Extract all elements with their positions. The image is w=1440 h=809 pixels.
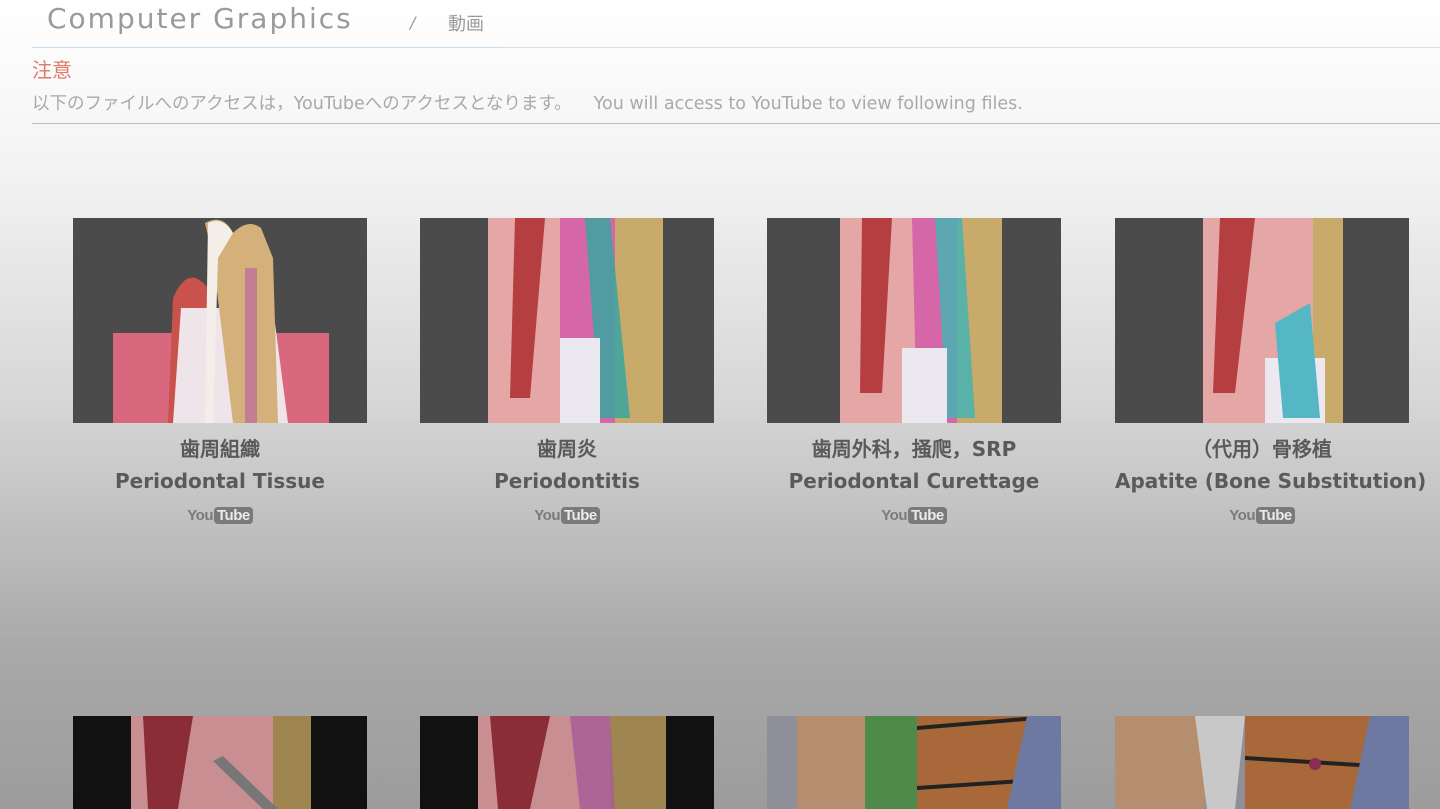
youtube-logo-icon[interactable]: You Tube [187, 507, 253, 524]
notice-text-ja: 以下のファイルへのアクセスは，YouTubeへのアクセスとなります。 [32, 94, 572, 114]
notice-title: 注意 [32, 58, 72, 82]
video-title-en[interactable]: Periodontitis [420, 465, 714, 497]
video-title-ja[interactable]: 歯周組織 [73, 433, 367, 465]
notice-text-en: You will access to YouTube to view follo… [593, 94, 1023, 114]
youtube-logo-icon[interactable]: You Tube [1229, 507, 1295, 524]
youtube-logo-icon[interactable]: You Tube [881, 507, 947, 524]
video-thumbnail[interactable] [1115, 218, 1409, 423]
video-title-ja[interactable]: （代用）骨移植 [1115, 433, 1409, 465]
video-card[interactable] [73, 716, 367, 809]
periodontitis-thumbnail [420, 218, 714, 423]
video-card[interactable] [420, 716, 714, 809]
header-divider [500, 47, 1440, 48]
video-thumbnail[interactable] [767, 716, 1061, 809]
notice-text: 以下のファイルへのアクセスは，YouTubeへのアクセスとなります。 You wi… [32, 90, 1440, 124]
periodontal-curettage-thumbnail [767, 218, 1061, 423]
site-title[interactable]: Computer Graphics [47, 2, 353, 35]
video-card[interactable]: 歯周炎 Periodontitis You Tube [420, 218, 714, 524]
video-title-en[interactable]: Periodontal Tissue [73, 465, 367, 497]
video-thumbnail[interactable] [767, 218, 1061, 423]
video-title-en[interactable]: Periodontal Curettage [767, 465, 1061, 497]
video-title-ja[interactable]: 歯周外科，掻爬，SRP [767, 433, 1061, 465]
video-thumbnail[interactable] [1115, 716, 1409, 809]
video-thumbnail-image [73, 716, 367, 809]
video-thumbnail[interactable] [73, 218, 367, 423]
video-title-ja[interactable]: 歯周炎 [420, 433, 714, 465]
video-card[interactable] [767, 716, 1061, 809]
breadcrumb-current: 動画 [448, 14, 484, 35]
page-header: Computer Graphics / 動画 [32, 0, 500, 48]
periodontal-tissue-thumbnail [73, 218, 367, 423]
video-thumbnail[interactable] [73, 716, 367, 809]
video-card[interactable]: 歯周外科，掻爬，SRP Periodontal Curettage You Tub… [767, 218, 1061, 524]
video-thumbnail-image [767, 716, 1061, 809]
video-card[interactable]: 歯周組織 Periodontal Tissue You Tube [73, 218, 367, 524]
video-card[interactable] [1115, 716, 1409, 809]
video-thumbnail[interactable] [420, 218, 714, 423]
video-card[interactable]: （代用）骨移植 Apatite (Bone Substitution) You T… [1115, 218, 1426, 524]
video-title-en[interactable]: Apatite (Bone Substitution) [1115, 465, 1426, 497]
youtube-logo-icon[interactable]: You Tube [534, 507, 600, 524]
video-thumbnail[interactable] [420, 716, 714, 809]
breadcrumb-separator: / [410, 13, 416, 32]
video-thumbnail-image [1115, 716, 1409, 809]
video-thumbnail-image [420, 716, 714, 809]
bone-substitution-thumbnail [1115, 218, 1409, 423]
